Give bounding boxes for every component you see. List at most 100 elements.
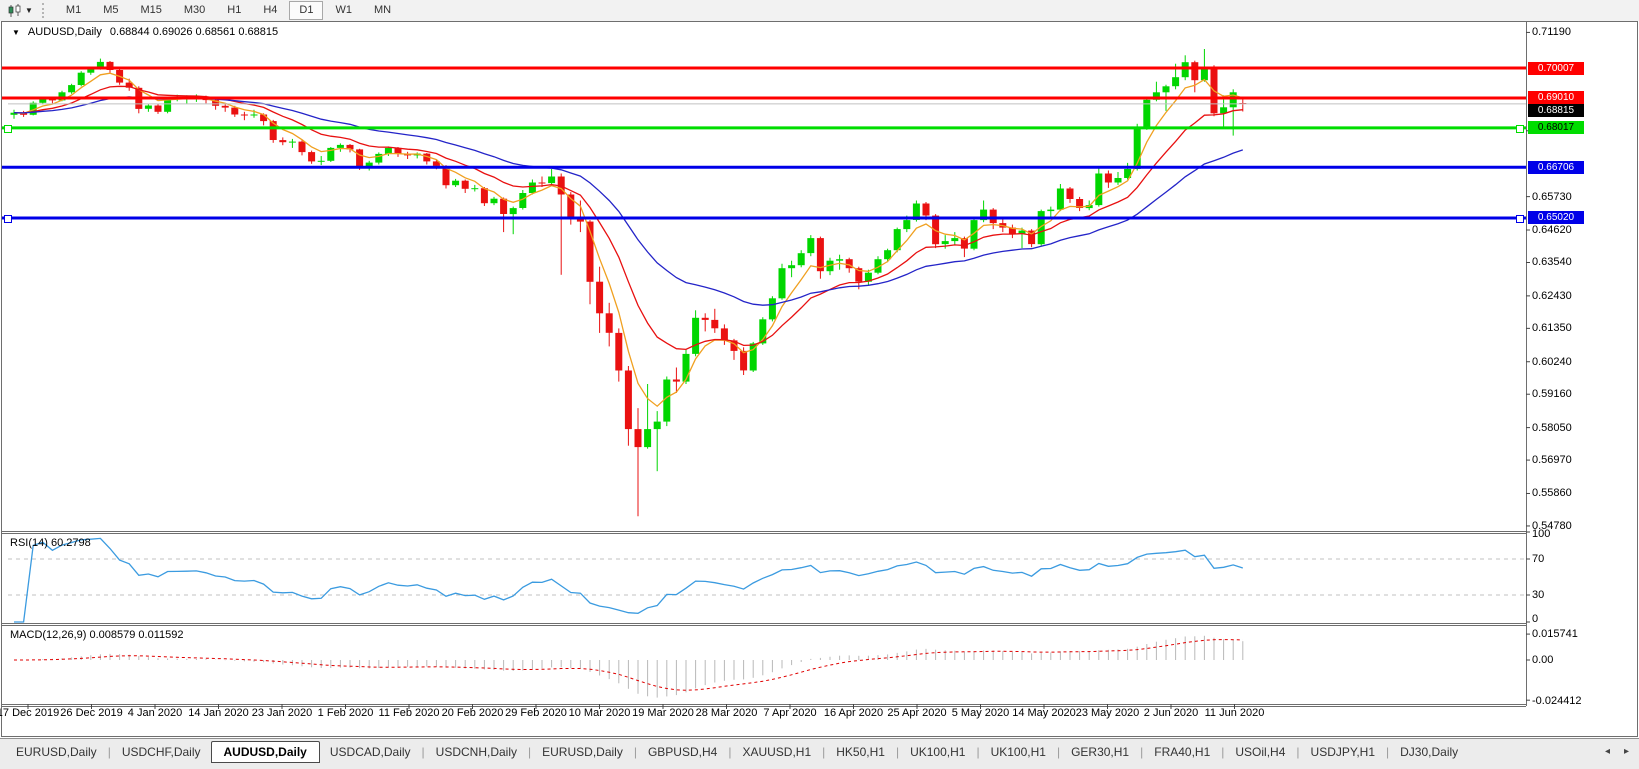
price-badge-0.68815: 0.68815 — [1528, 104, 1584, 117]
tab-separator: | — [976, 745, 979, 759]
tf-button-D1[interactable]: D1 — [289, 1, 323, 20]
price-badge-0.70007: 0.70007 — [1528, 62, 1584, 75]
chart-tab-USOil-H4[interactable]: USOil,H4 — [1225, 741, 1295, 763]
chart-tabs: EURUSD,Daily|USDCHF,DailyAUDUSD,DailyUSD… — [6, 739, 1468, 764]
chart-tab-USDCHF-Daily[interactable]: USDCHF,Daily — [112, 741, 211, 763]
date-tick: 14 May 2020 — [1012, 707, 1076, 719]
price-tick-0.71190: 0.71190 — [1532, 26, 1571, 38]
price-tick-0.56970: 0.56970 — [1532, 454, 1572, 466]
rsi-tick-0: 0 — [1532, 613, 1538, 625]
price-tick-0.55860: 0.55860 — [1532, 487, 1572, 499]
chart-tab-EURUSD-Daily[interactable]: EURUSD,Daily — [532, 741, 633, 763]
chart-type-button[interactable]: ▼ — [2, 3, 38, 19]
chart-tab-USDCNH-Daily[interactable]: USDCNH,Daily — [426, 741, 527, 763]
tab-separator: | — [1221, 745, 1224, 759]
date-tick: 28 Mar 2020 — [696, 707, 758, 719]
price-tick-0.64620: 0.64620 — [1532, 224, 1572, 236]
tf-button-M30[interactable]: M30 — [174, 1, 215, 20]
price-badge-0.69010: 0.69010 — [1528, 91, 1584, 104]
date-tick: 17 Dec 2019 — [0, 707, 59, 719]
date-tick: 26 Dec 2019 — [60, 707, 122, 719]
chart-tab-USDCAD-Daily[interactable]: USDCAD,Daily — [320, 741, 421, 763]
chevron-down-icon: ▼ — [25, 6, 33, 15]
hline-handle-0.68017[interactable] — [1516, 125, 1524, 133]
chart-tab-USDJPY-H1[interactable]: USDJPY,H1 — [1301, 741, 1385, 763]
tf-button-W1[interactable]: W1 — [325, 1, 362, 20]
tf-button-H1[interactable]: H1 — [217, 1, 251, 20]
price-badge-0.66706: 0.66706 — [1528, 161, 1584, 174]
tf-button-M15[interactable]: M15 — [130, 1, 171, 20]
rsi-tick-70: 70 — [1532, 553, 1544, 565]
tab-separator: | — [108, 745, 111, 759]
hline-handle-0.65020[interactable] — [1516, 215, 1524, 223]
chart-tab-UK100-H1[interactable]: UK100,H1 — [981, 741, 1056, 763]
date-tick: 25 Apr 2020 — [887, 707, 946, 719]
tab-separator: | — [822, 745, 825, 759]
price-tick-0.58050: 0.58050 — [1532, 422, 1572, 434]
macd-tick-0.00: 0.00 — [1532, 654, 1553, 666]
price-tick-0.59160: 0.59160 — [1532, 388, 1572, 400]
tab-separator: | — [422, 745, 425, 759]
date-tick: 19 Mar 2020 — [632, 707, 694, 719]
rsi-tick-30: 30 — [1532, 589, 1544, 601]
tab-separator: | — [1296, 745, 1299, 759]
date-tick: 23 May 2020 — [1076, 707, 1140, 719]
price-tick-0.61350: 0.61350 — [1532, 322, 1572, 334]
mt4-window: ▼ M1M5M15M30H1H4D1W1MN ▼ AUDUSD,Daily 0.… — [0, 0, 1639, 769]
rsi-pane — [8, 538, 1526, 622]
chart-tab-EURUSD-Daily[interactable]: EURUSD,Daily — [6, 741, 107, 763]
chart-tab-UK100-H1[interactable]: UK100,H1 — [900, 741, 975, 763]
tf-button-M1[interactable]: M1 — [56, 1, 91, 20]
candlestick-chart-icon — [7, 4, 22, 18]
date-tick: 10 Mar 2020 — [569, 707, 631, 719]
timeframe-toolbar: M1M5M15M30H1H4D1W1MN — [55, 0, 402, 21]
chart-title: ▼ AUDUSD,Daily 0.68844 0.69026 0.68561 0… — [12, 26, 278, 38]
price-tick-0.62430: 0.62430 — [1532, 290, 1572, 302]
tabs-scroll-right-icon[interactable]: ▸ — [1624, 746, 1629, 757]
date-tick: 1 Feb 2020 — [318, 707, 374, 719]
macd-tick-0.015741: 0.015741 — [1532, 628, 1578, 640]
tab-separator: | — [728, 745, 731, 759]
date-tick: 20 Feb 2020 — [442, 707, 504, 719]
tabs-scroll-left-icon[interactable]: ◂ — [1605, 746, 1610, 757]
tf-button-H4[interactable]: H4 — [253, 1, 287, 20]
date-tick: 11 Jun 2020 — [1205, 707, 1265, 719]
price-tick-0.63540: 0.63540 — [1532, 256, 1572, 268]
rsi-indicator-label: RSI(14) 60.2798 — [10, 537, 91, 549]
tab-separator: | — [528, 745, 531, 759]
tab-separator: | — [1140, 745, 1143, 759]
tf-button-MN[interactable]: MN — [364, 1, 401, 20]
tab-separator: | — [634, 745, 637, 759]
tab-separator: | — [896, 745, 899, 759]
date-tick: 5 May 2020 — [952, 707, 1009, 719]
price-badge-0.65020: 0.65020 — [1528, 211, 1584, 224]
tab-scroll-controls: ◂ ▸ — [1605, 739, 1629, 764]
chart-tab-GER30-H1[interactable]: GER30,H1 — [1061, 741, 1139, 763]
date-tick: 14 Jan 2020 — [188, 707, 249, 719]
chart-window: ▼ AUDUSD,Daily 0.68844 0.69026 0.68561 0… — [0, 21, 1639, 738]
price-chart-canvas — [0, 21, 1639, 738]
date-tick: 7 Apr 2020 — [763, 707, 816, 719]
chart-tab-XAUUSD-H1[interactable]: XAUUSD,H1 — [732, 741, 821, 763]
macd-pane — [14, 636, 1243, 698]
axis-ticks — [28, 32, 1530, 709]
chart-tab-GBPUSD-H4[interactable]: GBPUSD,H4 — [638, 741, 727, 763]
macd-indicator-label: MACD(12,26,9) 0.008579 0.011592 — [10, 629, 183, 641]
price-badge-0.68017: 0.68017 — [1528, 121, 1584, 134]
chart-tab-HK50-H1[interactable]: HK50,H1 — [826, 741, 895, 763]
hline-handle-0.65020[interactable] — [4, 215, 12, 223]
hline-handle-0.68017[interactable] — [4, 125, 12, 133]
tab-separator: | — [1057, 745, 1060, 759]
tf-button-M5[interactable]: M5 — [93, 1, 128, 20]
ohlc-values: 0.68844 0.69026 0.68561 0.68815 — [110, 26, 278, 38]
chart-tab-DJ30-Daily[interactable]: DJ30,Daily — [1390, 741, 1468, 763]
date-tick: 11 Feb 2020 — [379, 707, 440, 719]
collapse-triangle-icon: ▼ — [12, 28, 20, 37]
tab-separator: | — [1386, 745, 1389, 759]
macd-tick--0.024412: -0.024412 — [1532, 695, 1582, 707]
chart-tab-AUDUSD-Daily[interactable]: AUDUSD,Daily — [211, 741, 320, 763]
chart-tab-FRA40-H1[interactable]: FRA40,H1 — [1144, 741, 1220, 763]
top-toolbar: ▼ M1M5M15M30H1H4D1W1MN — [0, 0, 1639, 22]
date-tick: 23 Jan 2020 — [252, 707, 313, 719]
date-tick: 16 Apr 2020 — [824, 707, 883, 719]
